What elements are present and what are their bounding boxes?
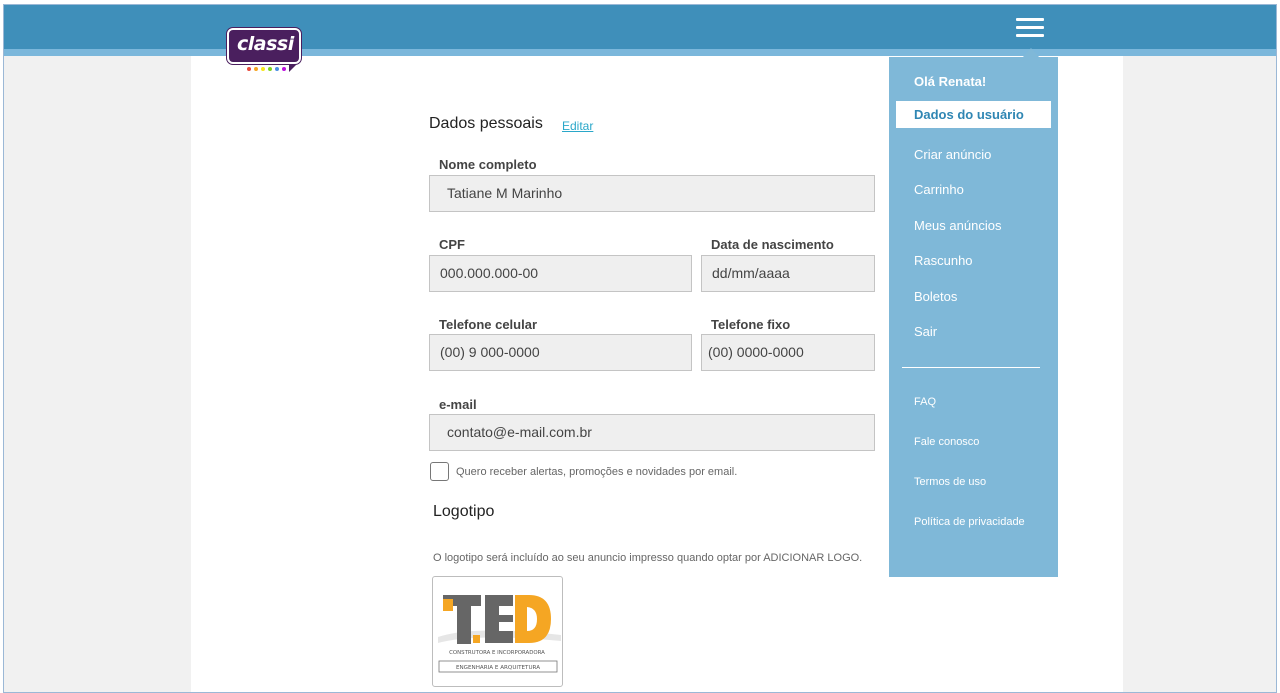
- logo-section-title: Logotipo: [433, 503, 495, 520]
- menu-item-cart[interactable]: Carrinho: [914, 182, 964, 197]
- newsletter-checkbox[interactable]: [430, 462, 449, 481]
- newsletter-checkbox-label: Quero receber alertas, promoções e novid…: [456, 466, 738, 478]
- landline-label: Telefone fixo: [711, 317, 791, 332]
- menu-item-faq[interactable]: FAQ: [914, 396, 936, 408]
- brand-logo-box: classi: [227, 28, 301, 64]
- brand-logo-dots: [247, 67, 286, 71]
- mobile-label: Telefone celular: [439, 317, 538, 332]
- mobile-input[interactable]: (00) 9 000-0000: [429, 334, 692, 371]
- menu-item-privacy[interactable]: Política de privacidade: [914, 516, 1025, 528]
- menu-item-my-ads[interactable]: Meus anúncios: [914, 218, 1001, 233]
- company-logo-image[interactable]: CONSTRUTORA E INCORPORADORA ENGENHARIA E…: [432, 576, 563, 687]
- top-bar-stripe: [4, 49, 1276, 56]
- menu-hamburger-icon[interactable]: [1016, 18, 1044, 38]
- full-name-label: Nome completo: [439, 157, 537, 172]
- menu-item-invoices[interactable]: Boletos: [914, 289, 957, 304]
- brand-logo[interactable]: classi: [227, 28, 303, 72]
- cpf-input[interactable]: 000.000.000-00: [429, 255, 692, 292]
- menu-divider: [902, 367, 1040, 368]
- birthdate-input[interactable]: dd/mm/aaaa: [701, 255, 875, 292]
- menu-item-terms[interactable]: Termos de uso: [914, 476, 986, 488]
- menu-pointer: [1023, 48, 1039, 57]
- email-label: e-mail: [439, 397, 477, 412]
- menu-item-draft[interactable]: Rascunho: [914, 253, 973, 268]
- birthdate-label: Data de nascimento: [711, 237, 834, 252]
- menu-item-logout[interactable]: Sair: [914, 324, 937, 339]
- company-logo-svg: CONSTRUTORA E INCORPORADORA ENGENHARIA E…: [438, 595, 561, 673]
- brand-logo-text: classi: [237, 33, 294, 55]
- brand-logo-tail: [289, 64, 297, 72]
- landline-input[interactable]: (00) 0000-0000: [701, 334, 875, 371]
- top-bar: [4, 5, 1276, 49]
- email-input[interactable]: contato@e-mail.com.br: [429, 414, 875, 451]
- menu-item-user-data[interactable]: Dados do usuário: [896, 101, 1051, 128]
- user-menu-dropdown: Olá Renata! Dados do usuário Criar anúnc…: [889, 57, 1058, 577]
- company-logo-line1: CONSTRUTORA E INCORPORADORA: [449, 650, 545, 656]
- menu-greeting: Olá Renata!: [914, 74, 987, 89]
- menu-item-create-ad[interactable]: Criar anúncio: [914, 147, 991, 162]
- full-name-input[interactable]: Tatiane M Marinho: [429, 175, 875, 212]
- cpf-label: CPF: [439, 237, 465, 252]
- section-title-personal-data: Dados pessoais: [429, 115, 543, 132]
- logo-section-description: O logotipo será incluído ao seu anuncio …: [433, 552, 863, 564]
- app-frame: classi Dados pessoais Editar Nome comple…: [3, 4, 1277, 693]
- edit-link[interactable]: Editar: [562, 119, 593, 133]
- menu-item-contact[interactable]: Fale conosco: [914, 436, 979, 448]
- company-logo-line2: ENGENHARIA E ARQUITETURA: [456, 665, 540, 671]
